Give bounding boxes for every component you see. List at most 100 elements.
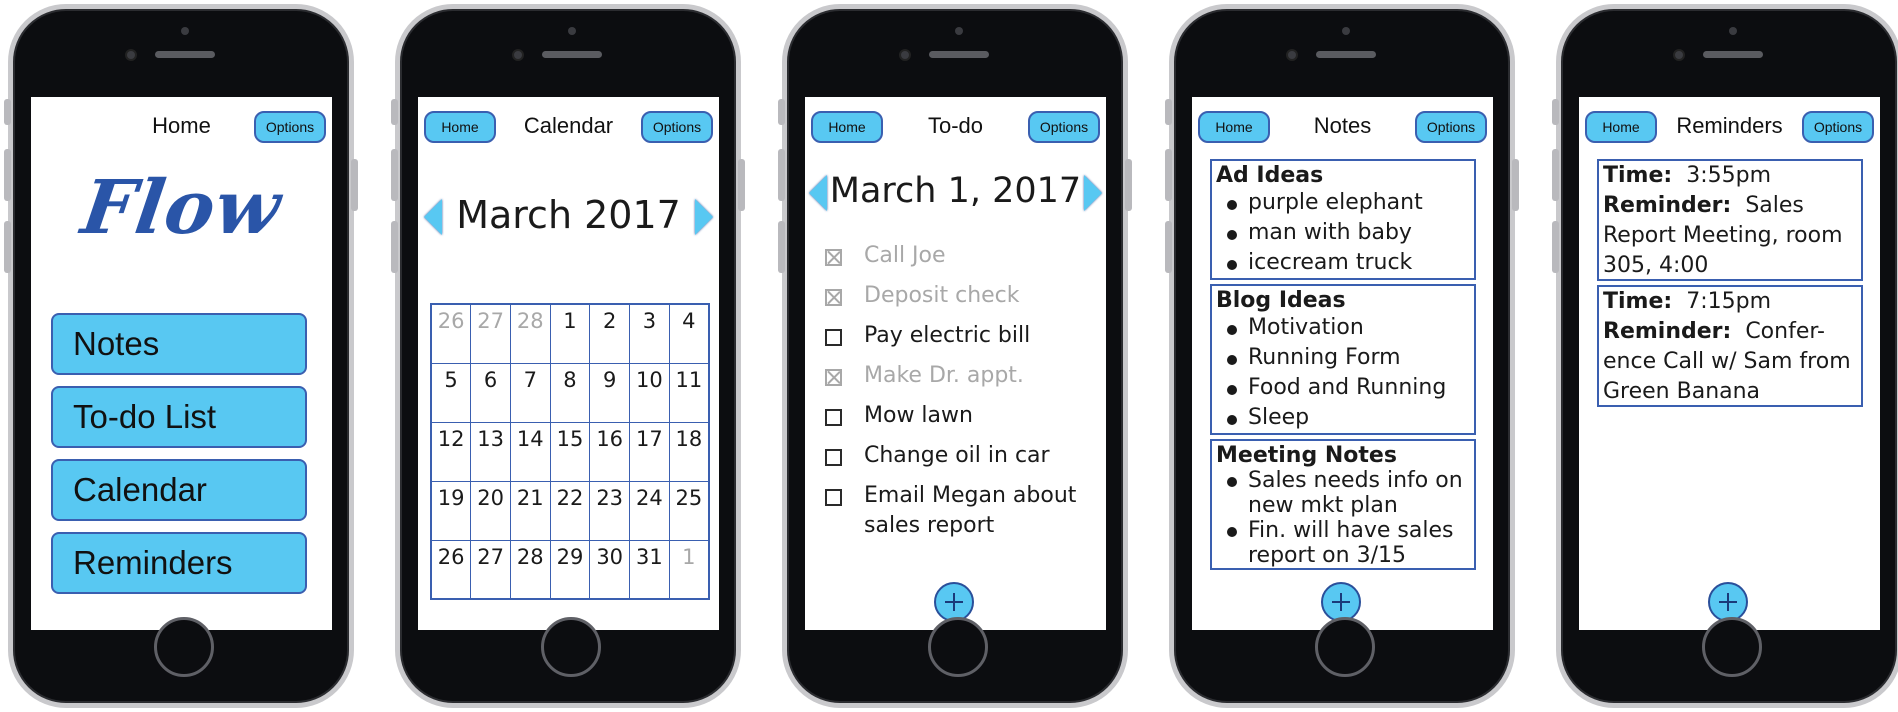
options-button[interactable]: Options: [641, 111, 713, 143]
note-item: Sales needs info on new mkt plan: [1222, 468, 1470, 518]
todo-text: Change oil in car: [864, 443, 1050, 468]
calendar-day-cell[interactable]: 28: [509, 539, 551, 600]
note-card[interactable]: Ad Ideas purple elephant man with baby i…: [1210, 159, 1476, 280]
speaker-grille: [1316, 51, 1376, 58]
todo-item[interactable]: Deposit check: [825, 281, 1095, 311]
prev-day-arrow-icon[interactable]: [809, 175, 827, 211]
notes-button[interactable]: Notes: [51, 313, 307, 375]
checked-checkbox-icon[interactable]: [825, 249, 842, 266]
calendar-day-cell[interactable]: 4: [668, 303, 710, 364]
calendar-day-cell[interactable]: 19: [430, 480, 472, 541]
calendar-day-cell[interactable]: 21: [509, 480, 551, 541]
calendar-day-cell[interactable]: 27: [470, 539, 511, 600]
empty-checkbox-icon[interactable]: [825, 409, 842, 426]
empty-checkbox-icon[interactable]: [825, 329, 842, 346]
calendar-day-cell[interactable]: 9: [589, 362, 631, 423]
calendar-day-cell[interactable]: 30: [589, 539, 631, 600]
todo-item[interactable]: Change oil in car: [825, 441, 1095, 471]
calendar-day-cell[interactable]: 24: [629, 480, 670, 541]
add-reminder-button[interactable]: [1708, 582, 1748, 622]
options-button[interactable]: Options: [254, 111, 326, 143]
reminder-card[interactable]: Time: 7:15pm Reminder: Confer-ence Call …: [1597, 285, 1863, 407]
calendar-day-cell[interactable]: 23: [589, 480, 631, 541]
todo-list-button[interactable]: To-do List: [51, 386, 307, 448]
reminder-card[interactable]: Time: 3:55pm Reminder: Sales Report Meet…: [1597, 159, 1863, 281]
calendar-day-cell[interactable]: 2: [589, 303, 631, 364]
todo-item[interactable]: Pay electric bill: [825, 321, 1095, 351]
note-item: man with baby: [1222, 218, 1470, 248]
speaker-grille: [1703, 51, 1763, 58]
calendar-day-cell[interactable]: 31: [629, 539, 670, 600]
note-card[interactable]: Blog Ideas Motivation Running Form Food …: [1210, 284, 1476, 435]
todo-text: Pay electric bill: [864, 323, 1031, 348]
reminder-label: Reminder:: [1603, 193, 1732, 218]
hardware-home-button[interactable]: [1702, 617, 1762, 677]
empty-checkbox-icon[interactable]: [825, 449, 842, 466]
note-items: Sales needs info on new mkt plan Fin. wi…: [1216, 468, 1470, 568]
calendar-day-cell[interactable]: 5: [430, 362, 472, 423]
note-title: Ad Ideas: [1216, 163, 1324, 188]
options-button[interactable]: Options: [1028, 111, 1100, 143]
calendar-day-cell[interactable]: 29: [549, 539, 591, 600]
calendar-day-cell[interactable]: 1: [549, 303, 591, 364]
front-camera-icon: [125, 49, 137, 61]
todo-item[interactable]: Email Megan about sales report: [825, 481, 1095, 541]
reminders-screen: Home Reminders Options Time: 3:55pm Remi…: [1579, 97, 1880, 630]
todo-item[interactable]: Call Joe: [825, 241, 1095, 271]
calendar-day-cell[interactable]: 15: [549, 421, 591, 482]
note-card[interactable]: Meeting Notes Sales needs info on new mk…: [1210, 439, 1476, 570]
calendar-day-cell[interactable]: 28: [509, 303, 551, 364]
calendar-day-cell[interactable]: 17: [629, 421, 670, 482]
calendar-day-cell[interactable]: 7: [509, 362, 551, 423]
side-button: [1552, 149, 1559, 201]
calendar-day-cell[interactable]: 18: [668, 421, 710, 482]
calendar-week-row: 26 27 28 29 30 31 1: [430, 539, 710, 600]
hardware-home-button[interactable]: [928, 617, 988, 677]
side-button: [4, 99, 11, 125]
calendar-day-cell[interactable]: 3: [629, 303, 670, 364]
todo-item[interactable]: Mow lawn: [825, 401, 1095, 431]
side-button: [778, 149, 785, 201]
empty-checkbox-icon[interactable]: [825, 489, 842, 506]
side-button: [391, 149, 398, 201]
flow-logo: Flow: [76, 165, 287, 251]
front-camera-icon: [899, 49, 911, 61]
hardware-home-button[interactable]: [1315, 617, 1375, 677]
calendar-day-cell[interactable]: 10: [629, 362, 670, 423]
calendar-day-cell[interactable]: 26: [430, 539, 472, 600]
calendar-day-cell[interactable]: 1: [668, 539, 710, 600]
prev-month-arrow-icon[interactable]: [424, 199, 442, 235]
side-button: [1552, 221, 1559, 273]
calendar-day-cell[interactable]: 13: [470, 421, 511, 482]
calendar-day-cell[interactable]: 8: [549, 362, 591, 423]
hardware-home-button[interactable]: [541, 617, 601, 677]
calendar-day-cell[interactable]: 22: [549, 480, 591, 541]
next-day-arrow-icon[interactable]: [1084, 175, 1102, 211]
side-button: [4, 149, 11, 201]
hardware-home-button[interactable]: [154, 617, 214, 677]
calendar-day-cell[interactable]: 20: [470, 480, 511, 541]
time-label: Time:: [1603, 163, 1673, 188]
next-month-arrow-icon[interactable]: [695, 199, 713, 235]
side-button: [391, 99, 398, 125]
calendar-day-cell[interactable]: 12: [430, 421, 472, 482]
calendar-button[interactable]: Calendar: [51, 459, 307, 521]
calendar-day-cell[interactable]: 11: [668, 362, 710, 423]
options-button[interactable]: Options: [1802, 111, 1874, 143]
calendar-day-cell[interactable]: 25: [668, 480, 710, 541]
phone-calendar: Home Calendar Options March 2017 26 27 28 1…: [391, 4, 745, 708]
calendar-week-row: 26 27 28 1 2 3 4: [430, 303, 710, 364]
add-note-button[interactable]: [1321, 582, 1361, 622]
checked-checkbox-icon[interactable]: [825, 369, 842, 386]
calendar-day-cell[interactable]: 6: [470, 362, 511, 423]
reminders-button[interactable]: Reminders: [51, 532, 307, 594]
checked-checkbox-icon[interactable]: [825, 289, 842, 306]
calendar-day-cell[interactable]: 26: [430, 303, 472, 364]
note-title: Blog Ideas: [1216, 288, 1346, 313]
calendar-day-cell[interactable]: 27: [470, 303, 511, 364]
todo-item[interactable]: Make Dr. appt.: [825, 361, 1095, 391]
add-todo-button[interactable]: [934, 582, 974, 622]
calendar-day-cell[interactable]: 16: [589, 421, 631, 482]
options-button[interactable]: Options: [1415, 111, 1487, 143]
calendar-day-cell[interactable]: 14: [509, 421, 551, 482]
